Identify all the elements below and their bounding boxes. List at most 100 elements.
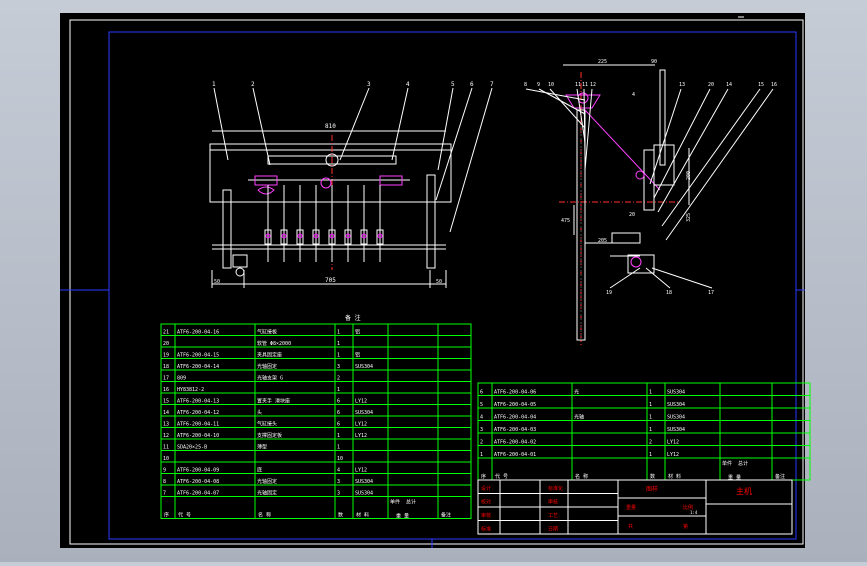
bom-cell: ATF6-200-04-08 [177, 479, 219, 485]
tb-label: 日期 [548, 527, 558, 533]
tb-scale-value: 1:4 [690, 510, 698, 515]
bom-cell: 2 [337, 376, 340, 382]
bom-cell: 1 [337, 387, 340, 393]
bom-cell: 16 [163, 387, 169, 393]
bom-cell: 20 [163, 341, 169, 347]
left-bom-title: 备 注 [345, 314, 361, 322]
bom-cell: ATF6-200-04-10 [177, 433, 219, 439]
dim-lower-205: 205 [598, 238, 607, 244]
bom-cell: 光轴固定 [257, 478, 277, 485]
front-balloon-2: 2 [251, 81, 255, 88]
dim-top-225: 225 [598, 59, 607, 65]
bom-cell: 2 [480, 440, 483, 446]
bom-cell: 15 [163, 399, 169, 405]
dim-left-475: 475 [561, 218, 570, 224]
bom-cell: 1 [649, 402, 652, 408]
bom-cell: 薄型 [257, 444, 267, 451]
bom-cell: 6 [337, 399, 340, 405]
side-balloon-2: 9 [537, 82, 540, 88]
side-balloon-6: 12 [590, 82, 596, 88]
bom-cell: 13 [163, 422, 169, 428]
bom-cell: SUS304 [355, 491, 373, 497]
front-balloon-5: 5 [451, 81, 455, 88]
side-balloon-5: 11 [582, 82, 588, 88]
dim-right-200: 200 [686, 171, 692, 180]
bom-header-single: 单件 [722, 460, 732, 467]
bom-cell: 1 [337, 330, 340, 336]
front-balloon-3: 3 [367, 81, 371, 88]
bom-cell: 1 [337, 341, 340, 347]
bom-header-cell: 材 料 [668, 473, 681, 480]
bom-cell: 铝 [355, 329, 360, 336]
bom-cell: LY12 [355, 433, 367, 439]
bom-cell: 12 [163, 433, 169, 439]
bom-cell: 8 [163, 479, 166, 485]
side-bottom-balloon-19: 19 [606, 290, 612, 296]
bom-cell: ATF6-200-04-02 [494, 440, 536, 446]
tb-drawing-name: 主机 [736, 486, 752, 496]
bom-cell: ATF6-200-04-16 [177, 330, 219, 336]
bom-cell: SUS304 [355, 410, 373, 416]
bom-cell: 1 [480, 452, 483, 458]
bom-cell: LY12 [355, 468, 367, 474]
bom-cell: 光轴固定 [257, 490, 277, 497]
mark-4: 4 [632, 92, 635, 98]
bom-cell: 10 [163, 456, 169, 462]
dim-right-offset: 50 [436, 279, 442, 285]
bom-header-total: 总计 [738, 460, 748, 467]
bom-header-cell: 材 料 [356, 512, 369, 519]
bom-cell: 5 [480, 402, 483, 408]
bom-cell: 3 [337, 479, 340, 485]
bom-cell: HY83812-2 [177, 387, 204, 393]
tb-label: 审核 [548, 499, 558, 506]
bom-cell: ATF6-200-04-13 [177, 399, 219, 405]
bom-header-note: 备注 [775, 473, 785, 480]
bom-cell: 1 [649, 452, 652, 458]
bom-cell: 置夹手 滑块座 [257, 398, 290, 405]
bom-header-cell: 名 称 [575, 473, 588, 480]
bom-header-note: 备注 [441, 512, 451, 519]
tb-weight: 重量 [626, 504, 636, 511]
bom-cell: 1 [337, 353, 340, 359]
bom-cell: ATF6-200-04-11 [177, 422, 219, 428]
front-balloon-1: 1 [212, 81, 216, 88]
cad-drawing-canvas: 810 50 705 50 1234567 225 90 200 325 475… [60, 13, 811, 548]
bom-cell: ATF6-200-04-06 [494, 390, 536, 396]
bom-header-cell: 序 [481, 473, 486, 480]
bom-header-cell: 代 号 [495, 473, 508, 480]
bom-cell: 6 [337, 422, 340, 428]
bom-cell: 1 [649, 415, 652, 421]
side-balloon-9: 14 [726, 82, 732, 88]
bom-cell: 铝 [355, 352, 360, 359]
bom-cell: 1 [649, 427, 652, 433]
bom-cell: SUS304 [667, 390, 685, 396]
bom-cell: ATF6-200-04-14 [177, 364, 219, 370]
bom-cell: 10 [337, 456, 343, 462]
bom-cell: SDA20×25-B [177, 445, 207, 451]
tb-label: 设计 [481, 485, 491, 492]
side-balloon-7: 13 [679, 82, 685, 88]
side-balloon-11: 16 [771, 82, 777, 88]
bom-cell: ATF6-200-04-01 [494, 452, 536, 458]
side-balloon-4: 11 [575, 82, 581, 88]
bom-cell: 气缸接头 [257, 421, 277, 428]
bom-cell: 19 [163, 353, 169, 359]
side-balloon-8: 20 [708, 82, 714, 88]
bom-cell: ATF6-200-04-12 [177, 410, 219, 416]
bom-cell: 3 [337, 491, 340, 497]
cad-viewport[interactable]: 810 50 705 50 1234567 225 90 200 325 475… [0, 0, 867, 562]
bom-cell: 6 [480, 390, 483, 396]
bom-cell: 光轴 [574, 414, 584, 421]
side-balloon-10: 15 [758, 82, 764, 88]
bom-header-cell: 数 [650, 473, 655, 480]
bom-cell: ATF6-200-04-04 [494, 415, 536, 421]
bom-cell: 3 [480, 427, 483, 433]
bom-cell: SUS304 [355, 364, 373, 370]
bom-cell: 809 [177, 376, 186, 382]
bom-cell: 3 [337, 364, 340, 370]
bom-cell: 支撑固定板 [257, 432, 282, 439]
dim-span: 705 [325, 277, 336, 284]
tb-label: 审核 [481, 512, 491, 519]
front-balloon-4: 4 [406, 81, 410, 88]
tb-label: 校对 [481, 499, 491, 506]
